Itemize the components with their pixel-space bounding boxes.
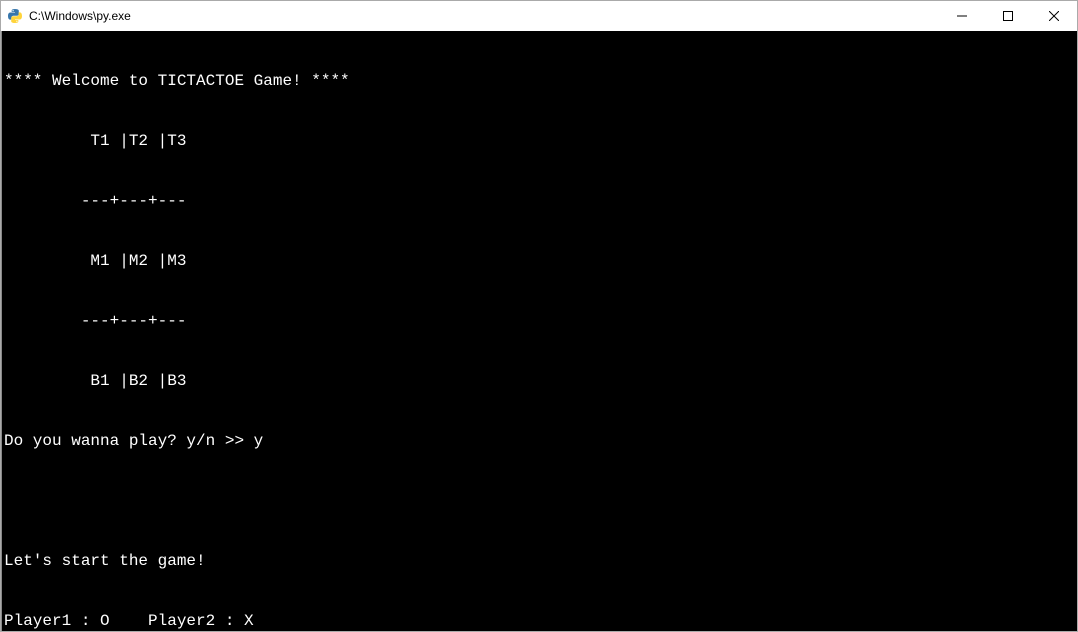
minimize-button[interactable]	[939, 1, 985, 31]
terminal-line: Do you wanna play? y/n >> y	[4, 431, 1075, 451]
titlebar[interactable]: C:\Windows\py.exe	[1, 1, 1077, 31]
terminal-line: Player1 : O Player2 : X	[4, 611, 1075, 631]
app-window: C:\Windows\py.exe **** Welcome to TICTAC…	[0, 0, 1078, 632]
terminal-line: Let's start the game!	[4, 551, 1075, 571]
terminal-output[interactable]: **** Welcome to TICTACTOE Game! **** T1 …	[1, 31, 1077, 631]
maximize-button[interactable]	[985, 1, 1031, 31]
close-button[interactable]	[1031, 1, 1077, 31]
terminal-line: T1 |T2 |T3	[4, 131, 1075, 151]
terminal-line: **** Welcome to TICTACTOE Game! ****	[4, 71, 1075, 91]
terminal-line: ---+---+---	[4, 191, 1075, 211]
window-title: C:\Windows\py.exe	[29, 9, 131, 23]
terminal-line	[4, 491, 1075, 511]
terminal-line: ---+---+---	[4, 311, 1075, 331]
terminal-line: B1 |B2 |B3	[4, 371, 1075, 391]
window-controls	[939, 1, 1077, 31]
titlebar-left: C:\Windows\py.exe	[1, 8, 131, 24]
python-icon	[7, 8, 23, 24]
terminal-line: M1 |M2 |M3	[4, 251, 1075, 271]
